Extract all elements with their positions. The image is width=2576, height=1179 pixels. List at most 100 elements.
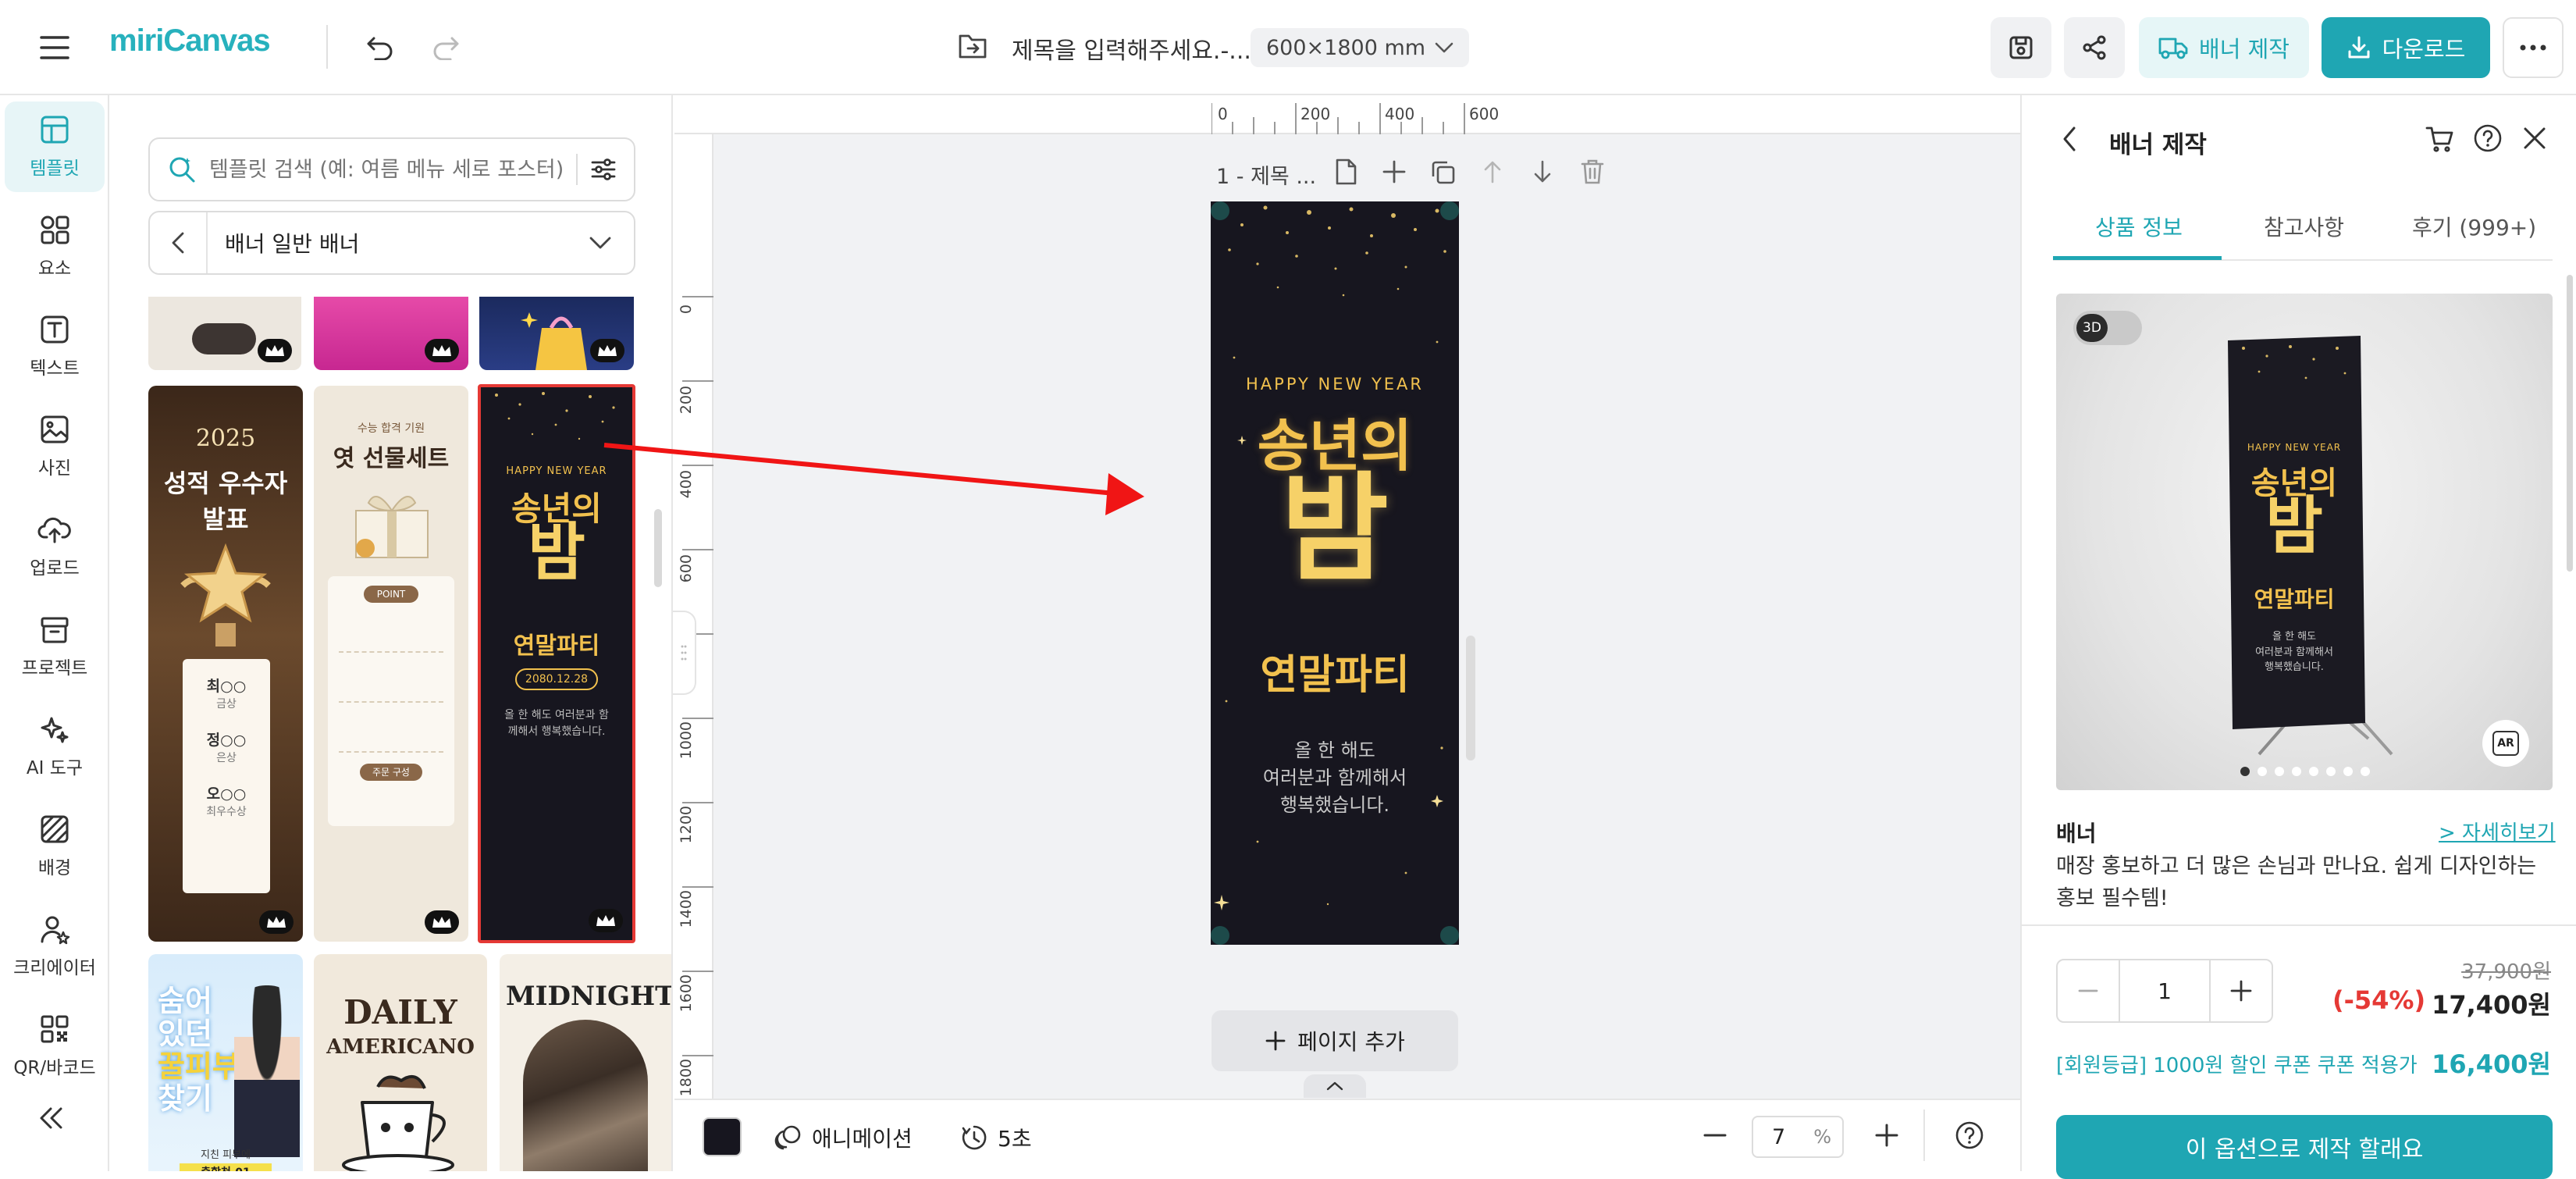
card-text: 있던 (158, 1016, 212, 1051)
share-icon[interactable] (2064, 17, 2125, 78)
template-card-gift[interactable]: 수능 합격 기원 엿 선물세트 POINT 주문 구성 (314, 386, 468, 942)
plus-icon[interactable] (2209, 960, 2272, 1021)
carousel-dots[interactable] (2237, 765, 2378, 778)
banner-order-label: 배너 제작 (2199, 36, 2290, 62)
cart-icon[interactable] (2425, 125, 2454, 153)
poster-title-3[interactable]: 연말파티 (1211, 642, 1459, 700)
tab-notes[interactable]: 참고사항 (2264, 211, 2344, 242)
undo-icon[interactable] (359, 28, 401, 67)
panel-scrollbar[interactable] (2567, 275, 2573, 572)
zoom-in-icon[interactable] (1873, 1122, 1900, 1149)
plus-icon (1265, 1031, 1286, 1051)
sale-price: 17,400원 (2432, 990, 2551, 1020)
zoom-input[interactable]: 7 % (1752, 1116, 1844, 1158)
rail-item-background[interactable]: 배경 (5, 801, 105, 892)
delete-page-icon[interactable] (1580, 158, 1605, 186)
poster-message[interactable]: 올 한 해도 여러분과 함께해서 행복했습니다. (1211, 737, 1459, 818)
filter-icon[interactable] (590, 158, 617, 181)
premium-crown-icon (259, 910, 294, 934)
product-image[interactable]: 3D HAPPY NEW YEAR 송년의 밤 연말파티 올 한 해도 여러분과… (2056, 294, 2553, 790)
size-selector[interactable]: 600×1800 mm (1251, 28, 1470, 67)
premium-crown-icon (590, 339, 624, 362)
help-icon[interactable] (1955, 1120, 1984, 1150)
order-cta-button[interactable]: 이 옵션으로 제작 할래요 (2056, 1115, 2553, 1179)
card-text: 은상 (216, 752, 237, 764)
rail-item-upload[interactable]: 업로드 (5, 501, 105, 592)
rail-item-project[interactable]: 프로젝트 (5, 601, 105, 692)
close-icon[interactable] (2521, 125, 2548, 151)
card-title: 숨어 있던 꿀피부 찾기 (158, 985, 240, 1116)
zoom-value: 7 (1772, 1124, 1786, 1149)
card-text: 금상 (216, 698, 237, 711)
tab-product-info[interactable]: 상품 정보 (2095, 211, 2183, 242)
menu-icon[interactable] (31, 28, 78, 67)
canvas-scrollbar[interactable] (1466, 636, 1475, 760)
poster-title-2[interactable]: 밤 (1211, 459, 1459, 600)
rail-item-qr[interactable]: QR/바코드 (5, 1001, 105, 1092)
upload-icon (37, 517, 71, 543)
page-note-icon[interactable] (1333, 158, 1358, 186)
banner-order-button[interactable]: 배너 제작 (2139, 17, 2309, 78)
rail-item-ai-tools[interactable]: AI 도구 (5, 701, 105, 792)
design-page[interactable]: HAPPY NEW YEAR 송년의 밤 연말파티 올 한 해도 여러분과 함께… (1211, 201, 1459, 945)
ar-button[interactable]: AR (2482, 720, 2529, 767)
redo-icon[interactable] (425, 28, 467, 67)
save-icon[interactable] (1991, 17, 2051, 78)
template-search[interactable] (148, 137, 635, 201)
background-color-swatch[interactable] (703, 1117, 742, 1156)
back-icon[interactable] (150, 212, 208, 273)
tab-reviews[interactable]: 후기 (999+) (2412, 211, 2536, 242)
back-icon[interactable] (2061, 125, 2078, 153)
collapse-icon[interactable] (37, 1106, 66, 1131)
logo[interactable]: miriCanvas (109, 23, 271, 59)
template-card-student[interactable]: 숨어 있던 꿀피부 찾기 지친 피부에 출합천,01 (148, 954, 303, 1171)
bottom-bar: 애니메이션 5초 7 % (674, 1099, 2020, 1171)
page-drawer-toggle[interactable] (1304, 1074, 1366, 1098)
detail-link[interactable]: > 자세히보기 (2439, 817, 2556, 846)
quantity-value[interactable]: 1 (2120, 978, 2209, 1004)
download-button[interactable]: 다운로드 (2322, 17, 2490, 78)
zoom-out-icon[interactable] (1702, 1122, 1728, 1149)
move-up-icon[interactable] (1482, 159, 1503, 184)
add-page-icon[interactable] (1382, 159, 1407, 184)
toggle-3d[interactable]: 3D (2073, 311, 2142, 345)
mockup-title-2: 밤 (2265, 490, 2323, 562)
template-card-daily[interactable]: DAILY AMERICANO (314, 954, 487, 1171)
page-label[interactable]: 1 - 제목 ... (1216, 159, 1316, 190)
minus-icon[interactable] (2058, 960, 2120, 1021)
rail-item-creator[interactable]: 크리에이터 (5, 901, 105, 992)
quantity-stepper[interactable]: 1 (2056, 959, 2273, 1023)
rail-item-photo[interactable]: 사진 (5, 401, 105, 492)
panel-resize-handle[interactable] (673, 611, 696, 695)
search-input[interactable] (209, 157, 564, 182)
duplicate-page-icon[interactable] (1430, 159, 1457, 186)
rail-item-elements[interactable]: 요소 (5, 201, 105, 292)
duration-label: 5초 (998, 1126, 1032, 1152)
template-card-grade[interactable]: 2025 성적 우수자 발표 최○○ 금상 정○○ 은상 오○○ 최우수상 (148, 386, 303, 942)
mockup-message-line: 올 한 해도 (2272, 631, 2317, 643)
ruler-label: 600 (678, 554, 695, 583)
poster-subtitle[interactable]: HAPPY NEW YEAR (1211, 375, 1459, 394)
card-text: 수능 합격 기원 (357, 422, 425, 435)
document-title[interactable]: 제목을 입력해주세요.-... (1012, 31, 1251, 66)
card-text: 정○○ (206, 732, 247, 749)
shopping-bag-image (521, 312, 587, 370)
move-down-icon[interactable] (1532, 159, 1553, 184)
duration-button[interactable]: 5초 (960, 1122, 1032, 1153)
template-card-midnight[interactable]: MIDNIGHT (500, 954, 671, 1171)
rail-item-template[interactable]: 템플릿 (5, 102, 105, 192)
more-icon[interactable] (2503, 17, 2564, 78)
category-selector[interactable]: 배너 일반 배너 (148, 211, 635, 275)
help-icon[interactable] (2473, 123, 2503, 153)
add-page-button[interactable]: 페이지 추가 (1212, 1010, 1458, 1071)
folder-move-icon[interactable] (957, 31, 988, 61)
rail-item-text[interactable]: 텍스트 (5, 301, 105, 392)
template-card[interactable] (148, 297, 301, 370)
point-row (339, 667, 443, 703)
template-card[interactable] (479, 297, 634, 370)
template-card[interactable] (314, 297, 468, 370)
rail-label: 업로드 (30, 558, 80, 579)
premium-crown-icon (589, 909, 623, 932)
ruler-label: 600 (1469, 105, 1500, 123)
animation-button[interactable]: 애니메이션 (774, 1122, 913, 1153)
